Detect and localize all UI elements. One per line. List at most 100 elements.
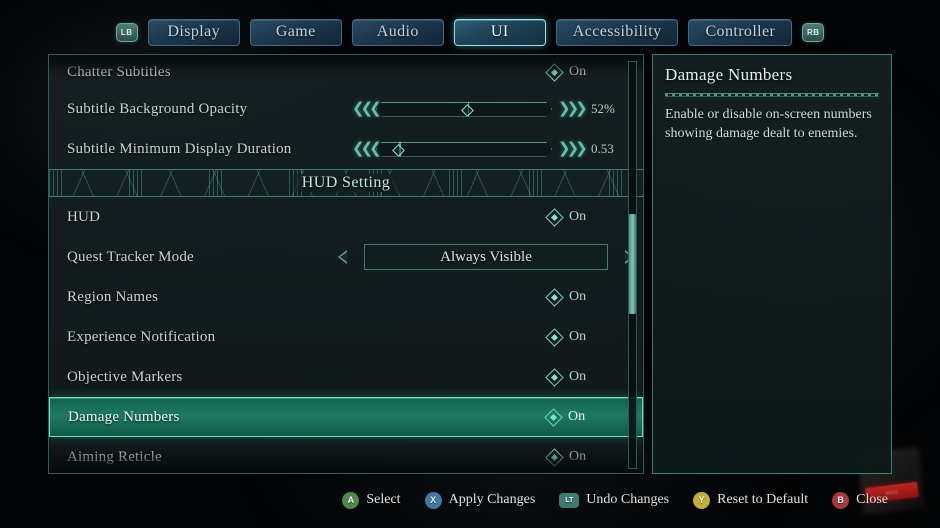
setting-row-quest-tracker-mode[interactable]: Quest Tracker Mode Always Visible: [49, 237, 643, 277]
setting-control[interactable]: On: [545, 287, 625, 307]
prompt-apply-changes[interactable]: X Apply Changes: [424, 491, 536, 509]
prompt-reset-to-default[interactable]: Y Reset to Default: [693, 491, 809, 509]
info-panel-description: Enable or disable on-screen numbers show…: [665, 107, 872, 141]
slider-decrease-icon[interactable]: ❮❮❮: [352, 101, 382, 117]
prompt-close[interactable]: B Close: [832, 491, 888, 509]
tab-label: UI: [490, 23, 509, 40]
setting-label: Experience Notification: [67, 328, 216, 345]
setting-label: Aiming Reticle: [67, 448, 162, 465]
setting-control[interactable]: On: [545, 207, 625, 227]
setting-control[interactable]: ❮❮❮ ❯❯❯ 52%: [352, 101, 625, 117]
dropdown-prev-icon[interactable]: [338, 250, 356, 264]
slider-decrease-icon[interactable]: ❮❮❮: [352, 141, 382, 157]
setting-label: Quest Tracker Mode: [67, 248, 194, 265]
section-divider-title: HUD Setting: [287, 174, 405, 192]
prompt-undo-changes[interactable]: LT Undo Changes: [559, 492, 669, 508]
toggle-control[interactable]: On: [545, 327, 587, 347]
slider-value: 52%: [591, 101, 615, 116]
button-glyph-a-icon: A: [342, 491, 360, 509]
tab-label: Game: [275, 23, 316, 40]
diamond-toggle-icon: [545, 367, 564, 387]
tab-label: Accessibility: [572, 23, 662, 40]
diamond-toggle-icon: [545, 447, 564, 467]
tab-ui[interactable]: UI: [453, 18, 546, 46]
toggle-value: On: [569, 329, 587, 344]
tab-display[interactable]: Display: [147, 18, 240, 46]
settings-tab-bar: LB Display Game Audio UI Accessibility Contro…: [0, 14, 940, 50]
slider-value: 0.53: [591, 141, 614, 156]
setting-control[interactable]: Always Visible: [338, 244, 634, 270]
section-divider-hud-setting: HUD Setting: [49, 169, 643, 197]
slider-handle[interactable]: [468, 98, 469, 123]
right-bumper-icon[interactable]: RB: [802, 22, 825, 42]
toggle-value: On: [569, 209, 587, 224]
setting-row-damage-numbers[interactable]: Damage Numbers On: [49, 397, 643, 437]
setting-row-chatter-subtitles[interactable]: Chatter Subtitles On: [49, 55, 643, 89]
prompt-select[interactable]: A Select: [342, 491, 401, 509]
setting-control[interactable]: On: [545, 327, 625, 347]
tab-label: Audio: [376, 23, 419, 40]
prompt-label: Close: [856, 492, 888, 507]
setting-control[interactable]: On: [544, 407, 624, 427]
settings-panel: Chatter Subtitles On Subtitle Background O…: [48, 54, 644, 474]
setting-control[interactable]: On: [545, 447, 625, 467]
toggle-control[interactable]: On: [545, 447, 586, 467]
prompt-label: Undo Changes: [586, 492, 670, 507]
slider-track[interactable]: [376, 142, 552, 157]
diamond-toggle-icon: [545, 287, 564, 307]
setting-row-objective-markers[interactable]: Objective Markers On: [49, 357, 643, 397]
button-glyph-x-icon: X: [424, 491, 442, 509]
setting-row-region-names[interactable]: Region Names On: [49, 277, 643, 317]
toggle-control[interactable]: On: [545, 367, 586, 387]
slider-increase-icon[interactable]: ❯❯❯: [558, 101, 588, 117]
toggle-control[interactable]: On: [545, 62, 586, 82]
info-panel-title: Damage Numbers: [665, 65, 793, 84]
diamond-toggle-icon: [545, 207, 564, 227]
setting-row-subtitle-background-opacity[interactable]: Subtitle Background Opacity ❮❮❮ ❯❯❯ 52%: [49, 89, 643, 129]
toggle-value: On: [569, 289, 587, 304]
toggle-control[interactable]: On: [545, 287, 587, 307]
dropdown-control[interactable]: Always Visible: [338, 244, 634, 270]
slider-track[interactable]: [376, 102, 552, 117]
slider-control[interactable]: ❮❮❮ ❯❯❯ 0.53: [352, 141, 625, 157]
setting-control[interactable]: On: [545, 367, 625, 387]
setting-label: Region Names: [67, 288, 159, 305]
button-prompt-footer: A Select X Apply Changes LT Undo Changes Y Rese…: [0, 488, 940, 512]
toggle-control[interactable]: On: [545, 207, 587, 227]
toggle-value: On: [568, 409, 586, 424]
tab-controller[interactable]: Controller: [688, 18, 793, 46]
setting-row-aiming-reticle[interactable]: Aiming Reticle On: [49, 437, 643, 473]
tab-label: Display: [167, 23, 221, 40]
info-panel: Damage Numbers Enable or disable on-scre…: [652, 54, 892, 474]
dropdown-value[interactable]: Always Visible: [364, 244, 608, 270]
setting-label: Damage Numbers: [68, 408, 180, 425]
settings-scrollbar-track[interactable]: [628, 61, 637, 469]
tab-list: Display Game Audio UI Accessibility Controlle…: [147, 18, 793, 46]
prompt-label: Reset to Default: [717, 492, 809, 507]
dropdown-next-icon[interactable]: [616, 250, 634, 264]
settings-scrollbar-thumb[interactable]: [629, 214, 636, 314]
slider-increase-icon[interactable]: ❯❯❯: [558, 141, 588, 157]
button-glyph-b-icon: B: [832, 491, 850, 509]
tab-game[interactable]: Game: [249, 18, 342, 46]
setting-control[interactable]: ❮❮❮ ❯❯❯ 0.53: [352, 141, 625, 157]
tab-accessibility[interactable]: Accessibility: [555, 18, 679, 46]
settings-row-list: Chatter Subtitles On Subtitle Background O…: [49, 55, 643, 473]
setting-row-hud[interactable]: HUD On: [49, 197, 643, 237]
tab-audio[interactable]: Audio: [351, 18, 444, 46]
tab-label: Controller: [705, 23, 776, 40]
setting-label: Objective Markers: [67, 368, 183, 385]
diamond-toggle-icon: [545, 327, 564, 347]
setting-label: Subtitle Background Opacity: [67, 100, 248, 117]
prompt-label: Apply Changes: [448, 492, 536, 507]
slider-handle[interactable]: [399, 138, 400, 163]
setting-row-subtitle-minimum-display-duration[interactable]: Subtitle Minimum Display Duration ❮❮❮ ❯❯❯ 0…: [49, 129, 643, 169]
prompt-label: Select: [366, 492, 401, 507]
button-glyph-lt-icon: LT: [559, 492, 580, 508]
left-bumper-icon[interactable]: LB: [115, 22, 138, 42]
slider-control[interactable]: ❮❮❮ ❯❯❯ 52%: [352, 101, 625, 117]
toggle-control[interactable]: On: [544, 407, 586, 427]
setting-control[interactable]: On: [545, 62, 625, 82]
setting-row-experience-notification[interactable]: Experience Notification On: [49, 317, 643, 357]
setting-label: Chatter Subtitles: [67, 63, 171, 80]
